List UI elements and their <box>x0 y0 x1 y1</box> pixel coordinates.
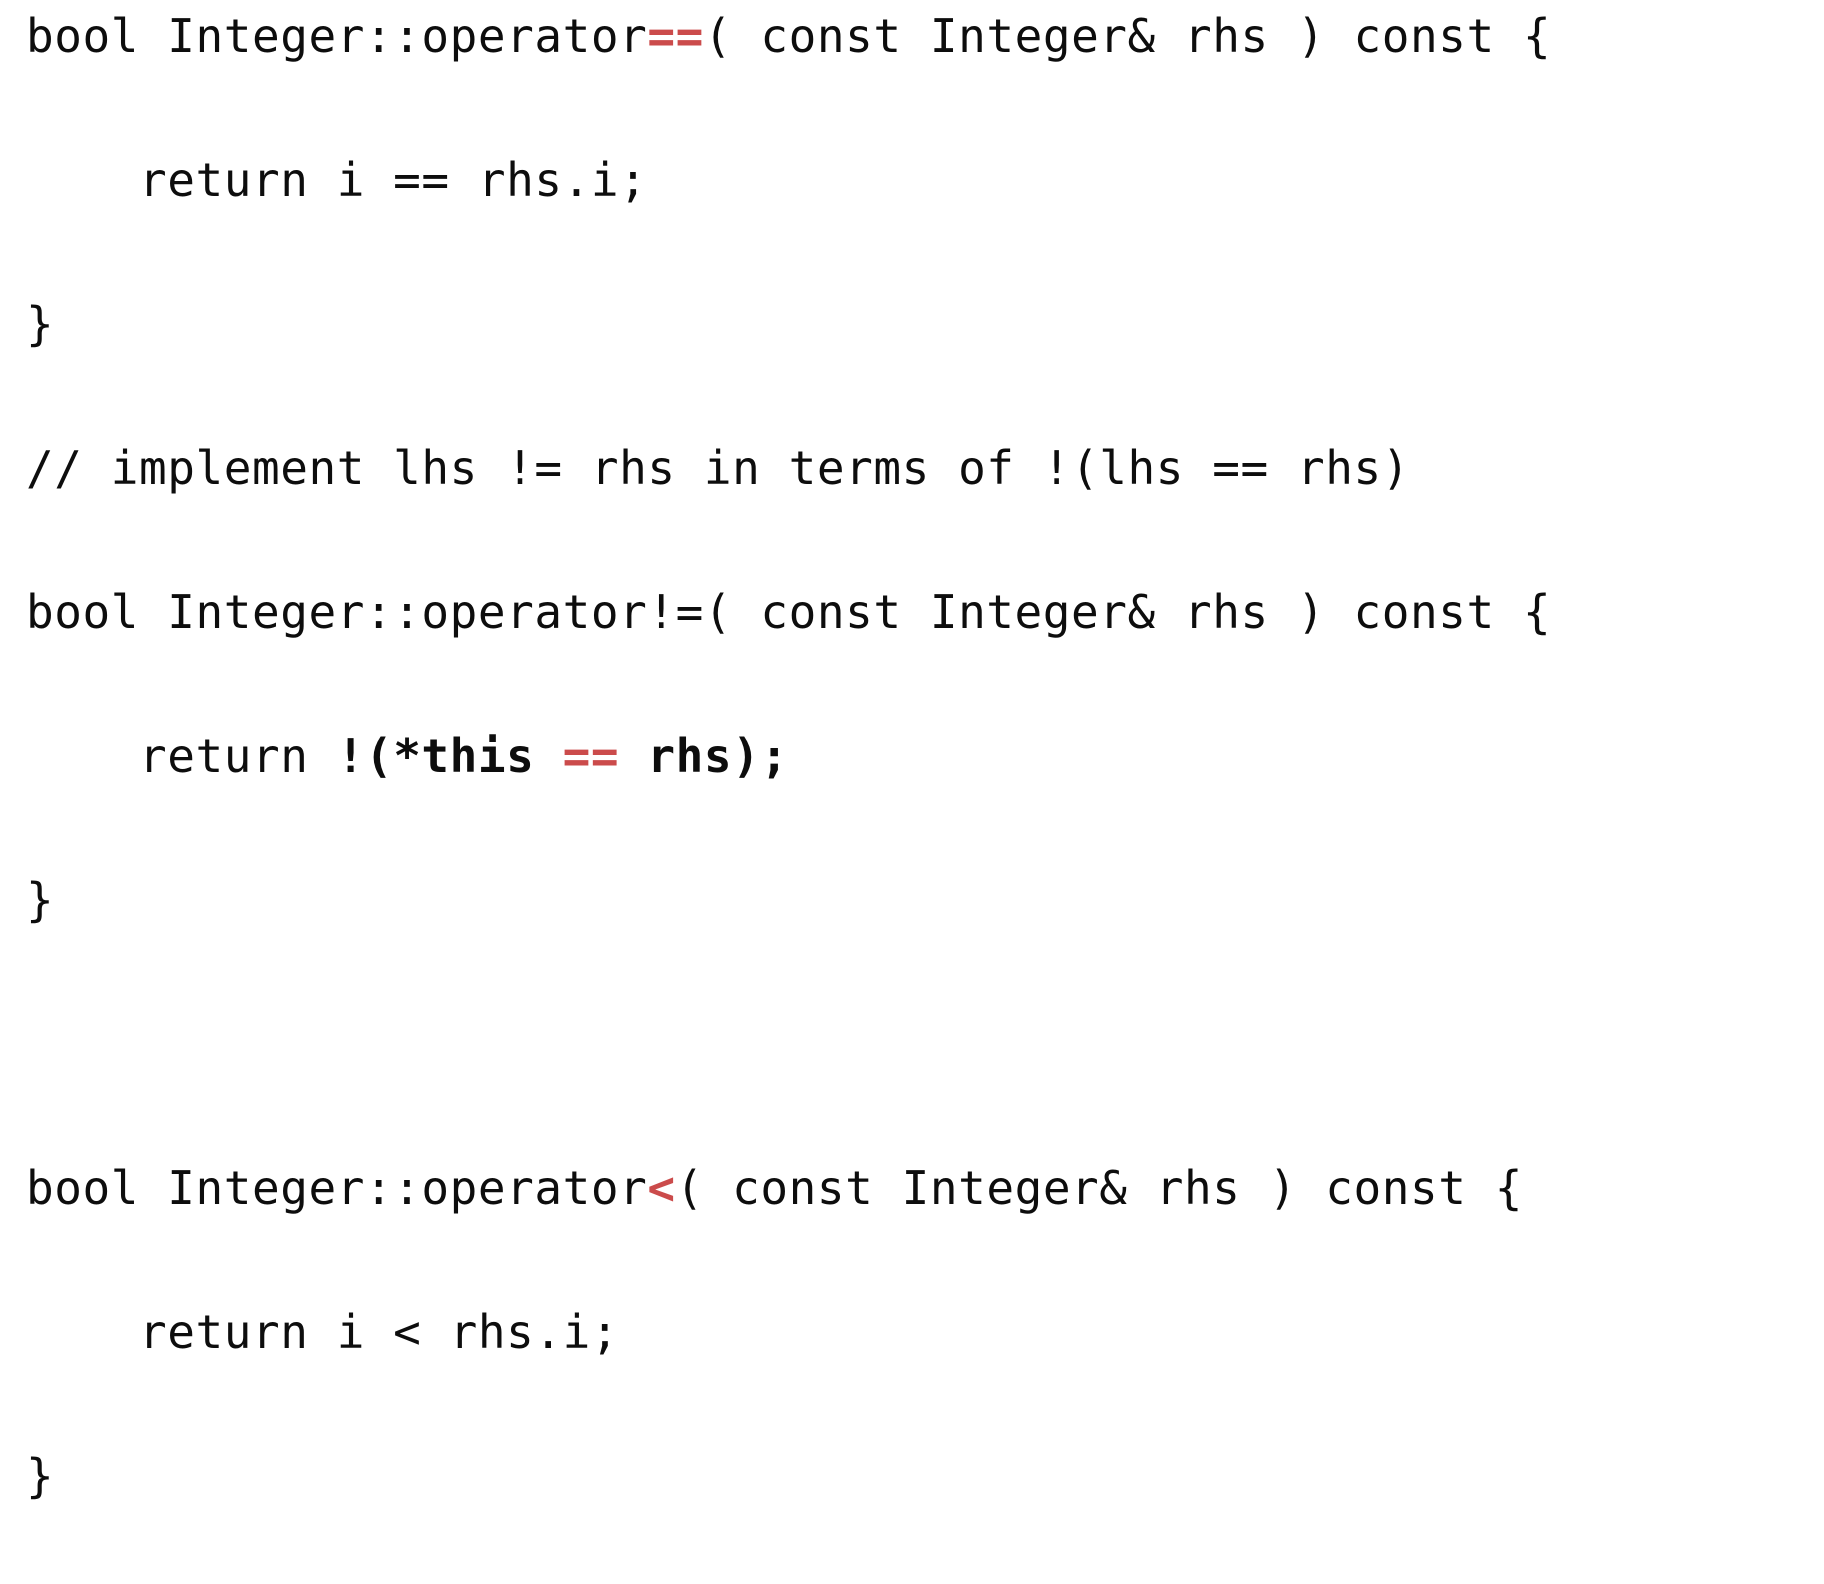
code-operator-highlight: == <box>647 9 704 63</box>
code-token: return <box>26 729 337 783</box>
code-token: rhs); <box>619 729 789 783</box>
code-line: bool Integer::operator<( const Integer& … <box>26 1152 1816 1224</box>
code-token: } <box>26 873 55 927</box>
code-slide: bool Integer::operator==( const Integer&… <box>0 0 1824 1503</box>
code-line: } <box>26 864 1816 936</box>
code-token: bool Integer::operator!=( const Integer&… <box>26 585 1552 639</box>
code-operator-highlight: < <box>647 1161 676 1215</box>
code-token: !(*this <box>336 729 563 783</box>
code-token: bool Integer::operator <box>26 9 648 63</box>
code-token: } <box>26 297 55 351</box>
code-token: ( const Integer& rhs ) const { <box>675 1161 1523 1215</box>
code-line: } <box>26 1440 1816 1512</box>
code-token: } <box>26 1449 55 1503</box>
code-line: return i == rhs.i; <box>26 144 1816 216</box>
code-line: // implement lhs != rhs in terms of !(lh… <box>26 432 1816 504</box>
code-operator-highlight: == <box>562 729 620 783</box>
code-token: // implement lhs != rhs in terms of !(lh… <box>26 441 1410 495</box>
code-token: return i == rhs.i; <box>26 153 648 207</box>
code-line: return i < rhs.i; <box>26 1296 1816 1368</box>
code-line: bool Integer::operator!=( const Integer&… <box>26 576 1816 648</box>
code-line: } <box>26 288 1816 360</box>
code-token: return i < rhs.i; <box>26 1305 620 1359</box>
code-line: return !(*this == rhs); <box>26 720 1816 792</box>
code-line: bool Integer::operator==( const Integer&… <box>26 0 1816 72</box>
code-line: ​ <box>26 1008 1816 1080</box>
code-token: ( const Integer& rhs ) const { <box>703 9 1552 63</box>
code-listing: bool Integer::operator==( const Integer&… <box>26 0 1816 1584</box>
code-token: bool Integer::operator <box>26 1161 648 1215</box>
